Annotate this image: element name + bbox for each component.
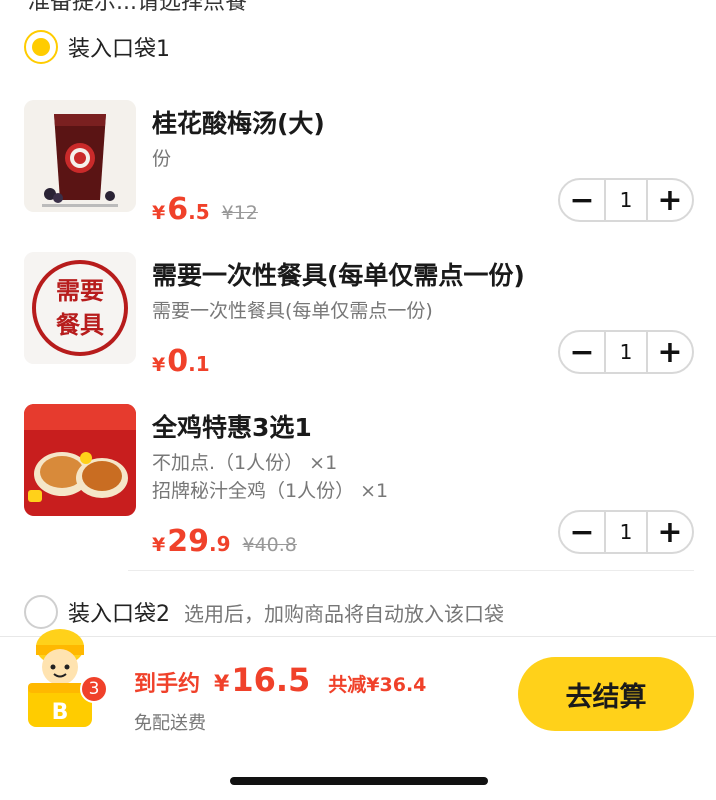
minus-button[interactable]: − — [560, 512, 604, 552]
total-price: 到手约 ¥ 16.5 共减¥36.4 — [134, 661, 427, 699]
original-price: ¥12 — [221, 202, 258, 224]
cart-item-whole-chicken: 全鸡特惠3选1 不加点.（1人份） ×1 招牌秘汁全鸡（1人份） ×1 ¥ 29… — [24, 404, 694, 564]
item-name: 需要一次性餐具(每单仅需点一份) — [152, 261, 525, 290]
total-amount: 16.5 — [231, 661, 311, 699]
divider — [128, 570, 694, 571]
minus-button[interactable]: − — [560, 332, 604, 372]
quantity-stepper: − 1 + — [558, 330, 694, 374]
stamp-text-bottom: 餐具 — [56, 311, 104, 339]
item-desc: 需要一次性餐具(每单仅需点一份) — [152, 300, 433, 322]
whole-chicken-image[interactable] — [24, 404, 136, 516]
bag-2-radio[interactable] — [24, 595, 58, 629]
cart-item-sour-plum-drink: 桂花酸梅汤(大) 份 ¥ 6 .5 ¥12 − 1 + — [24, 100, 694, 230]
quantity-value[interactable]: 1 — [604, 180, 648, 220]
delivery-fee-note: 免配送费 — [134, 713, 206, 734]
sour-plum-drink-image[interactable] — [24, 100, 136, 212]
quantity-stepper: − 1 + — [558, 178, 694, 222]
bag-1-radio[interactable] — [24, 30, 58, 64]
bag-1-label: 装入口袋1 — [68, 37, 170, 62]
item-option-1: 不加点.（1人份） ×1 — [152, 452, 338, 474]
plus-button[interactable]: + — [648, 332, 692, 372]
item-name: 桂花酸梅汤(大) — [152, 109, 325, 138]
quantity-stepper: − 1 + — [558, 510, 694, 554]
plus-button[interactable]: + — [648, 512, 692, 552]
original-price: ¥40.8 — [242, 534, 297, 556]
item-option-2: 招牌秘汁全鸡（1人份） ×1 — [152, 480, 389, 502]
cart-item-tableware: 需要 餐具 需要一次性餐具(每单仅需点一份) 需要一次性餐具(每单仅需点一份) … — [24, 252, 694, 382]
bag-1-header[interactable]: 装入口袋1 — [24, 30, 170, 64]
tableware-stamp-image[interactable]: 需要 餐具 — [24, 252, 136, 364]
item-price: ¥ 6 .5 ¥12 — [152, 192, 258, 227]
svg-text:B: B — [52, 700, 69, 725]
plus-button[interactable]: + — [648, 180, 692, 220]
checkout-button[interactable]: 去结算 — [518, 657, 694, 731]
total-label: 到手约 — [134, 672, 201, 697]
home-indicator[interactable] — [230, 777, 488, 785]
item-name: 全鸡特惠3选1 — [152, 413, 312, 442]
quantity-value[interactable]: 1 — [604, 512, 648, 552]
quantity-value[interactable]: 1 — [604, 332, 648, 372]
discount-amount: 共减¥36.4 — [328, 674, 427, 696]
bag-2-hint: 选用后，加购商品将自动放入该口袋 — [184, 601, 504, 626]
stamp-text-top: 需要 — [56, 277, 104, 305]
checkout-bar: B 3 到手约 ¥ 16.5 共减¥36.4 免配送费 去结算 — [0, 629, 716, 800]
bag-2-label: 装入口袋2 — [68, 602, 170, 627]
cart-count-badge: 3 — [80, 675, 108, 703]
bag-2-header[interactable]: 装入口袋2 选用后，加购商品将自动放入该口袋 — [24, 595, 504, 629]
clipped-top-text: 准备提示...请选择点餐 — [28, 0, 247, 15]
item-price: ¥ 0 .1 — [152, 344, 210, 379]
item-price: ¥ 29 .9 ¥40.8 — [152, 524, 297, 559]
item-desc: 份 — [152, 148, 172, 170]
minus-button[interactable]: − — [560, 180, 604, 220]
